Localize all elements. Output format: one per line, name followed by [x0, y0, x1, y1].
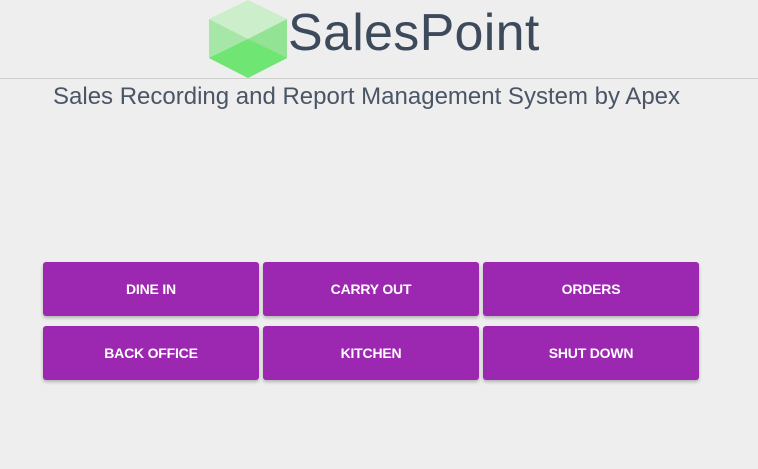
kitchen-button[interactable]: KITCHEN [263, 326, 479, 380]
orders-button[interactable]: ORDERS [483, 262, 699, 316]
dine-in-button[interactable]: DINE IN [43, 262, 259, 316]
app-header: SalesPoint [0, 0, 758, 79]
carry-out-button[interactable]: CARRY OUT [263, 262, 479, 316]
app-logo [208, 0, 288, 78]
shut-down-button[interactable]: SHUT DOWN [483, 326, 699, 380]
app-title: SalesPoint [288, 4, 540, 62]
app-subtitle: Sales Recording and Report Management Sy… [53, 83, 681, 110]
main-menu-grid: DINE IN CARRY OUT ORDERS BACK OFFICE KIT… [43, 262, 699, 380]
green-cube-icon [209, 0, 287, 78]
back-office-button[interactable]: BACK OFFICE [43, 326, 259, 380]
